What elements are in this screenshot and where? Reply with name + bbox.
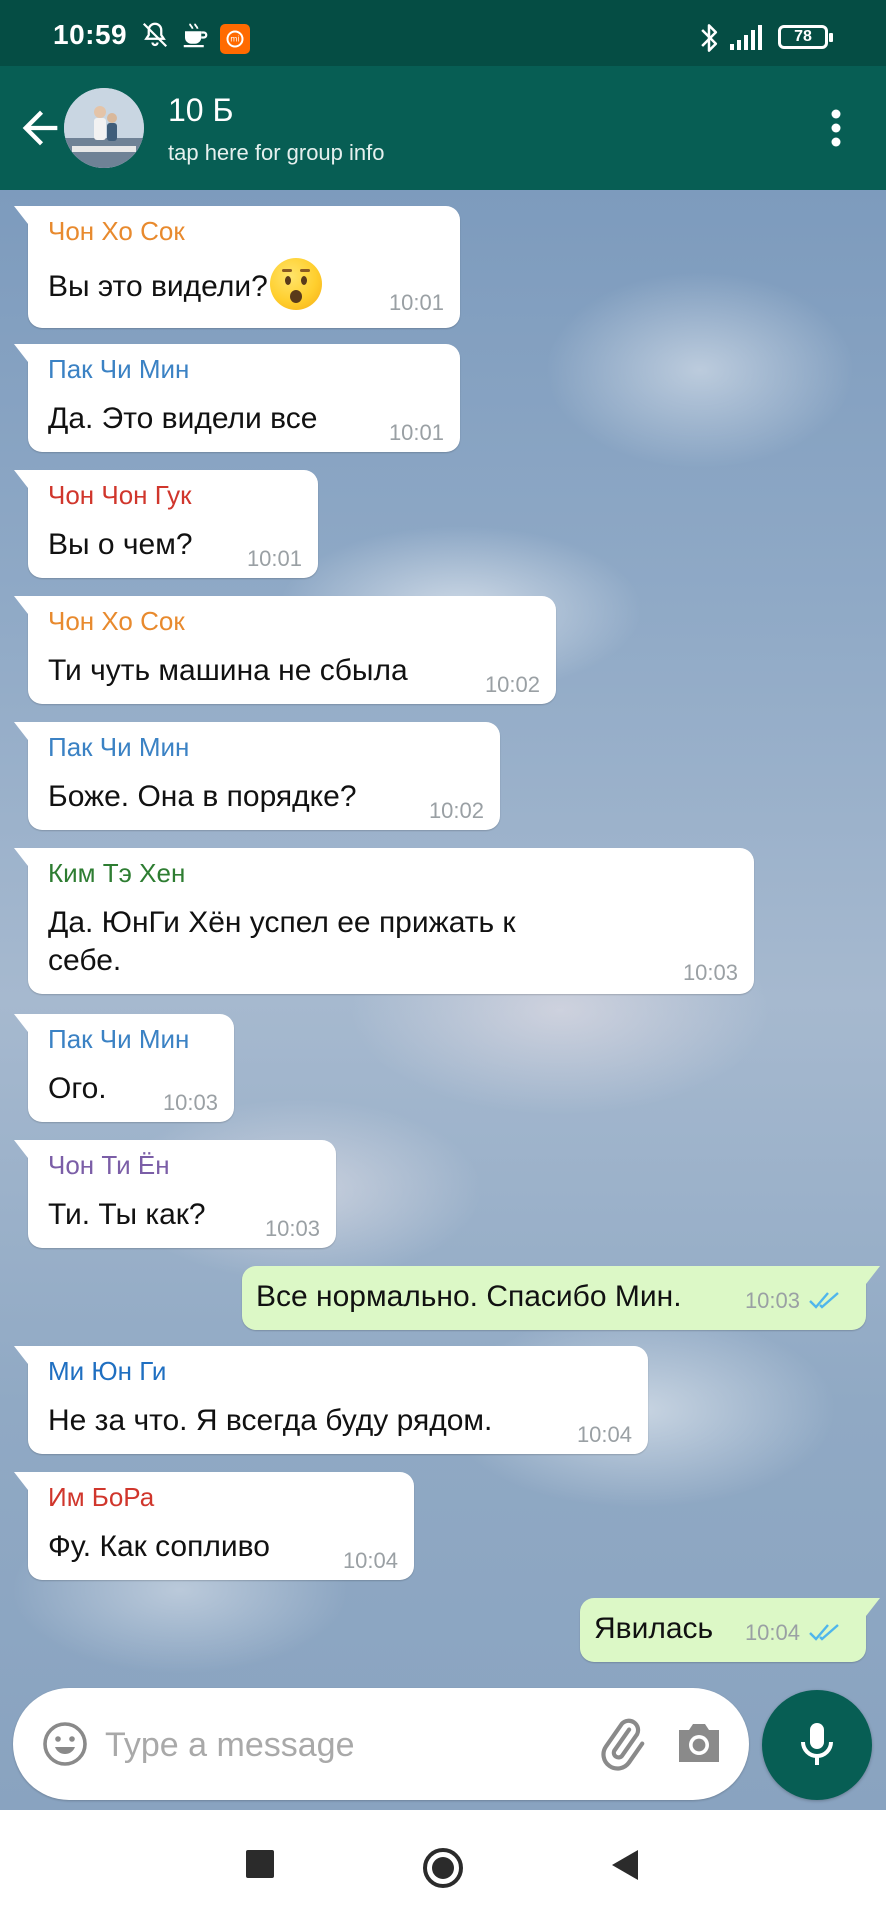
message-time: 10:03 (264, 1216, 320, 1241)
message-time: 10:02 (484, 672, 540, 697)
message-sender: Пак Чи Мин (48, 354, 190, 384)
message-text: Фу. Как сопливо (48, 1530, 270, 1563)
message-input[interactable] (103, 1712, 587, 1778)
bell-off-icon (140, 20, 170, 55)
message-text: Вы о чем? (48, 528, 193, 561)
attach-icon[interactable] (593, 1716, 649, 1772)
message-time: 10:04 (744, 1620, 800, 1645)
message-time: 10:03 (744, 1288, 800, 1313)
coffee-icon (180, 20, 210, 55)
message-text: Все нормально. Спасибо Мин. (256, 1280, 682, 1313)
message-text: Не за что. Я всегда буду рядом. (48, 1404, 493, 1437)
battery-level: 78 (794, 28, 812, 45)
message-sender: Чон Чон Гук (48, 480, 192, 510)
outgoing-message-bubble[interactable]: Явилась 10:04 (580, 1598, 880, 1662)
message-time: 10:01 (388, 290, 444, 315)
whatsapp-group-chat-screen: 10:59 mi 78 10 Б tap here for group info… (0, 0, 886, 1920)
message-bubble[interactable]: Чон Чон Гук Вы о чем? 10:01 (14, 470, 318, 578)
message-time: 10:01 (246, 546, 302, 571)
group-avatar[interactable] (64, 88, 144, 168)
recents-square-icon[interactable] (246, 1850, 274, 1883)
message-list[interactable]: Чон Хо Сок Вы это видели? 10:01 Пак Чи М… (0, 190, 886, 1810)
message-time: 10:04 (342, 1548, 398, 1573)
system-nav-bar (0, 1810, 886, 1920)
message-sender: Ми Юн Ги (48, 1356, 167, 1386)
message-text: Ого. (48, 1072, 107, 1105)
message-composer (13, 1688, 749, 1800)
status-bar: 10:59 mi 78 (0, 0, 886, 66)
app-notification-icon: mi (220, 24, 250, 59)
message-text: Явилась (594, 1612, 714, 1645)
message-time: 10:04 (576, 1422, 632, 1447)
outgoing-message-bubble[interactable]: Все нормально. Спасибо Мин. 10:03 (242, 1266, 880, 1330)
message-bubble[interactable]: Ким Тэ Хен Да. ЮнГи Хён успел ее прижать… (14, 848, 754, 994)
read-receipt-double-check-icon (808, 1620, 846, 1649)
chat-header: 10 Б tap here for group info (0, 66, 886, 190)
message-bubble[interactable]: Чон Ти Ён Ти. Ты как? 10:03 (14, 1140, 336, 1248)
message-text: Да. ЮнГи Хён успел ее прижать к себе. (48, 906, 516, 977)
message-time: 10:02 (428, 798, 484, 823)
message-sender: Чон Хо Сок (48, 216, 185, 246)
read-receipt-double-check-icon (808, 1288, 846, 1317)
mic-icon (801, 1723, 833, 1765)
bluetooth-icon (696, 22, 722, 59)
message-sender: Ким Тэ Хен (48, 858, 186, 888)
signal-icon (728, 22, 768, 57)
message-text: Вы это видели? (48, 258, 322, 310)
message-bubble[interactable]: Пак Чи Мин Боже. Она в порядке? 10:02 (14, 722, 500, 830)
message-time: 10:03 (162, 1090, 218, 1115)
message-bubble[interactable]: Им БоРа Фу. Как сопливо 10:04 (14, 1472, 414, 1580)
message-text: Боже. Она в порядке? (48, 780, 357, 813)
hushed-face-emoji-icon (269, 258, 322, 310)
home-circle-icon[interactable] (421, 1846, 465, 1895)
camera-icon[interactable] (673, 1718, 725, 1768)
message-bubble[interactable]: Пак Чи Мин Ого. 10:03 (14, 1014, 234, 1122)
message-sender: Пак Чи Мин (48, 732, 190, 762)
message-sender: Пак Чи Мин (48, 1024, 190, 1054)
mic-button[interactable] (762, 1690, 872, 1800)
battery-icon: 78 (778, 25, 833, 49)
message-sender: Чон Хо Сок (48, 606, 185, 636)
message-bubble[interactable]: Пак Чи Мин Да. Это видели все 10:01 (14, 344, 460, 452)
message-text-content: Вы это видели? (48, 269, 268, 303)
message-bubble[interactable]: Ми Юн Ги Не за что. Я всегда буду рядом.… (14, 1346, 648, 1454)
message-text: Да. Это видели все (48, 402, 318, 435)
message-bubble[interactable]: Чон Хо Сок Вы это видели? 10:01 (14, 206, 460, 328)
group-title[interactable]: 10 Б (168, 92, 233, 129)
message-sender: Им БоРа (48, 1482, 155, 1512)
message-bubble[interactable]: Чон Хо Сок Ти чуть машина не сбыла 10:02 (14, 596, 556, 704)
back-triangle-icon[interactable] (610, 1848, 640, 1887)
message-text: Ти. Ты как? (48, 1198, 206, 1231)
message-sender: Чон Ти Ён (48, 1150, 170, 1180)
more-vert-icon[interactable] (818, 104, 854, 152)
back-arrow-icon[interactable] (14, 102, 66, 154)
group-info-hint[interactable]: tap here for group info (168, 140, 384, 166)
emoji-icon[interactable] (41, 1720, 89, 1768)
message-time: 10:03 (682, 960, 738, 985)
svg-text:mi: mi (230, 35, 239, 44)
status-time: 10:59 (53, 19, 128, 50)
message-time: 10:01 (388, 420, 444, 445)
message-text: Ти чуть машина не сбыла (48, 654, 408, 687)
